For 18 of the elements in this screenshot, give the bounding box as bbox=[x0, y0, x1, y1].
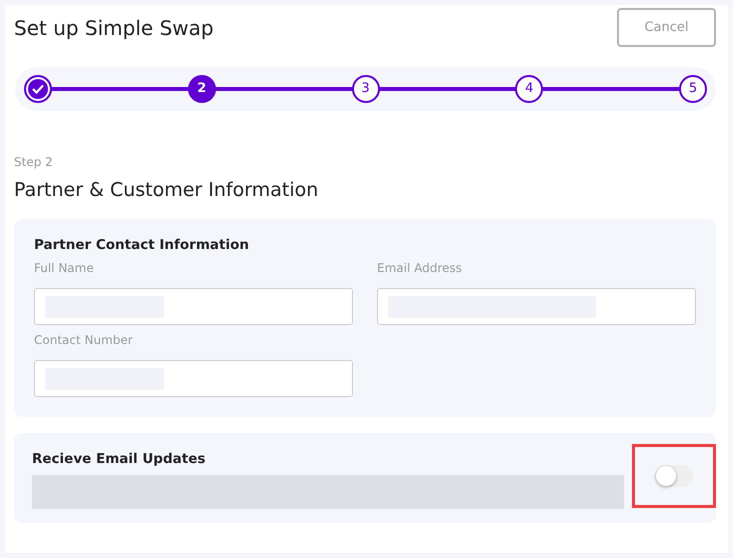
field-label: Email Address bbox=[377, 260, 463, 277]
toggle-switch[interactable] bbox=[655, 465, 693, 488]
field-label: Contact Number bbox=[34, 332, 134, 349]
check-icon bbox=[32, 84, 44, 94]
input-field[interactable] bbox=[34, 360, 353, 397]
card-title: Partner Contact Information bbox=[34, 236, 250, 253]
field-label: Full Name bbox=[34, 260, 95, 277]
page-title: Set up Simple Swap bbox=[14, 16, 214, 40]
step-circle[interactable]: 4 bbox=[515, 75, 544, 103]
step-circle[interactable]: 3 bbox=[352, 75, 380, 103]
card-title: Recieve Email Updates bbox=[32, 450, 206, 468]
step-circle[interactable] bbox=[24, 75, 52, 103]
input-field[interactable] bbox=[377, 288, 696, 325]
input-field[interactable] bbox=[34, 288, 353, 325]
section-heading: Partner & Customer Information bbox=[14, 179, 320, 202]
step-circle[interactable]: 5 bbox=[679, 75, 707, 103]
step-circle[interactable]: 2 bbox=[188, 75, 216, 103]
step-label: Step 2 bbox=[14, 154, 54, 171]
